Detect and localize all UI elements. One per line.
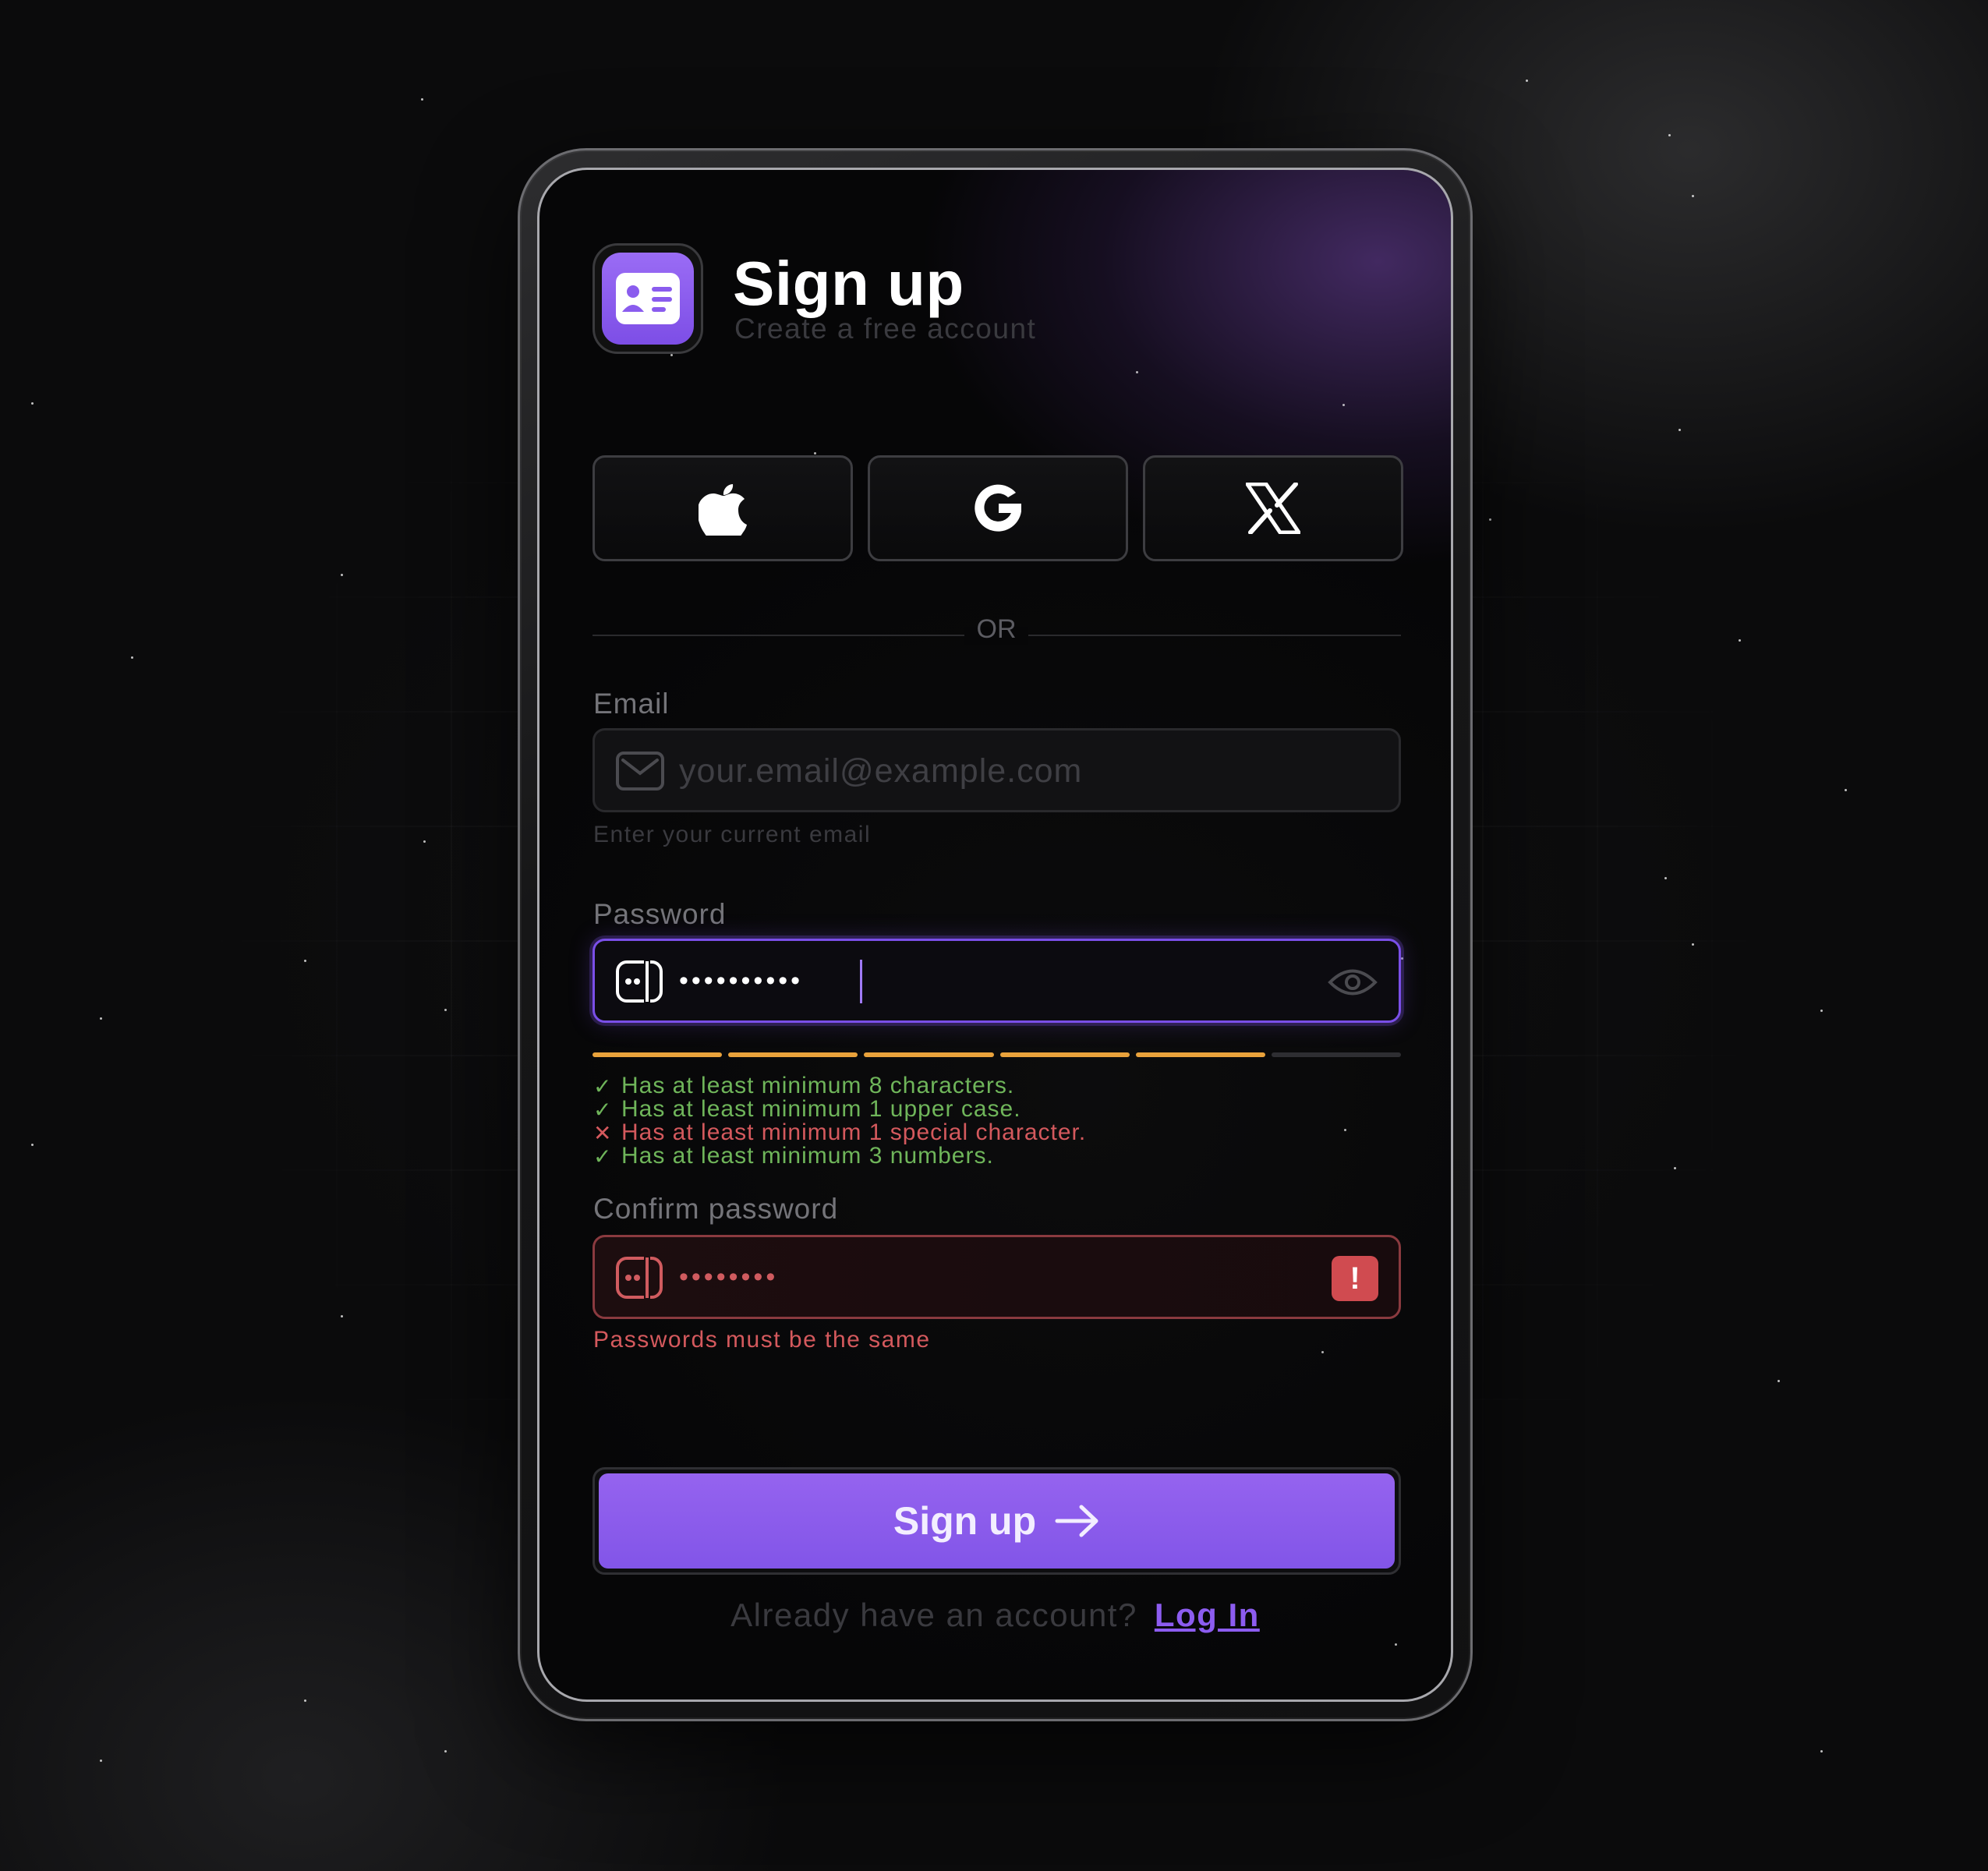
password-rule-text: Has at least minimum 1 upper case. bbox=[621, 1096, 1021, 1122]
mail-icon bbox=[616, 752, 664, 790]
password-rule: ✓ Has at least minimum 1 upper case. bbox=[593, 1096, 1086, 1122]
apple-signin-button[interactable] bbox=[593, 455, 853, 561]
x-signin-button[interactable] bbox=[1143, 455, 1403, 561]
strength-segment bbox=[864, 1052, 994, 1057]
eye-icon[interactable] bbox=[1327, 960, 1378, 1005]
password-value: •••••••••• bbox=[679, 966, 804, 996]
password-label: Password bbox=[593, 898, 727, 930]
strength-segment bbox=[999, 1052, 1130, 1057]
confirm-password-label: Confirm password bbox=[593, 1193, 839, 1225]
password-rule: ✕ Has at least minimum 1 special characte… bbox=[593, 1119, 1087, 1145]
strength-segment bbox=[593, 1052, 723, 1057]
strength-segment bbox=[728, 1052, 858, 1057]
page-title: Sign up bbox=[733, 249, 964, 318]
signup-button-label: Sign up bbox=[893, 1499, 1037, 1543]
login-link[interactable]: Log In bbox=[1155, 1597, 1260, 1633]
email-hint: Enter your current email bbox=[593, 822, 872, 847]
divider-label: OR bbox=[976, 614, 1017, 644]
signup-card: Sign up Create a free account OR Email y… bbox=[537, 168, 1453, 1702]
email-placeholder: your.email@example.com bbox=[679, 752, 1083, 790]
cross-icon: ✕ bbox=[593, 1120, 613, 1145]
strength-segment bbox=[1271, 1052, 1402, 1057]
alert-icon: ! bbox=[1332, 1256, 1378, 1301]
password-rule-text: Has at least minimum 8 characters. bbox=[621, 1073, 1015, 1098]
apple-icon bbox=[699, 484, 747, 536]
device-frame: Sign up Create a free account OR Email y… bbox=[518, 148, 1473, 1721]
password-strength-meter bbox=[593, 1052, 1402, 1057]
google-icon bbox=[975, 484, 1021, 532]
confirm-password-value: •••••••• bbox=[679, 1262, 779, 1292]
check-icon: ✓ bbox=[593, 1144, 613, 1169]
google-signin-button[interactable] bbox=[868, 455, 1128, 561]
page-subtitle: Create a free account bbox=[734, 313, 1037, 345]
app-logo bbox=[593, 243, 703, 354]
email-field[interactable]: your.email@example.com bbox=[593, 728, 1401, 812]
email-label: Email bbox=[593, 688, 670, 720]
password-rule: ✓ Has at least minimum 8 characters. bbox=[593, 1073, 1086, 1098]
signup-submit-button[interactable]: Sign up bbox=[599, 1473, 1395, 1569]
password-rules: ✓ Has at least minimum 8 characters. ✓ Has … bbox=[593, 1073, 1087, 1169]
arrow-right-icon bbox=[1055, 1505, 1098, 1537]
password-rule: ✓ Has at least minimum 3 numbers. bbox=[593, 1143, 1086, 1169]
strength-segment bbox=[1135, 1052, 1265, 1057]
check-icon: ✓ bbox=[593, 1073, 613, 1098]
id-card-icon bbox=[616, 273, 680, 324]
password-field[interactable]: •••••••••• bbox=[593, 939, 1401, 1023]
x-icon bbox=[1246, 483, 1300, 534]
password-icon bbox=[616, 960, 663, 1003]
password-icon bbox=[616, 1256, 663, 1300]
password-rule-text: Has at least minimum 3 numbers. bbox=[621, 1143, 994, 1169]
confirm-password-error: Passwords must be the same bbox=[593, 1327, 931, 1353]
confirm-password-field[interactable]: •••••••• ! bbox=[593, 1235, 1401, 1319]
login-question: Already have an account? bbox=[730, 1597, 1137, 1633]
signup-button-wrapper: Sign up bbox=[593, 1467, 1401, 1575]
check-icon: ✓ bbox=[593, 1097, 613, 1122]
text-caret bbox=[860, 960, 862, 1003]
login-prompt: Already have an account? Log In bbox=[539, 1597, 1451, 1634]
password-rule-text: Has at least minimum 1 special character… bbox=[621, 1119, 1087, 1145]
